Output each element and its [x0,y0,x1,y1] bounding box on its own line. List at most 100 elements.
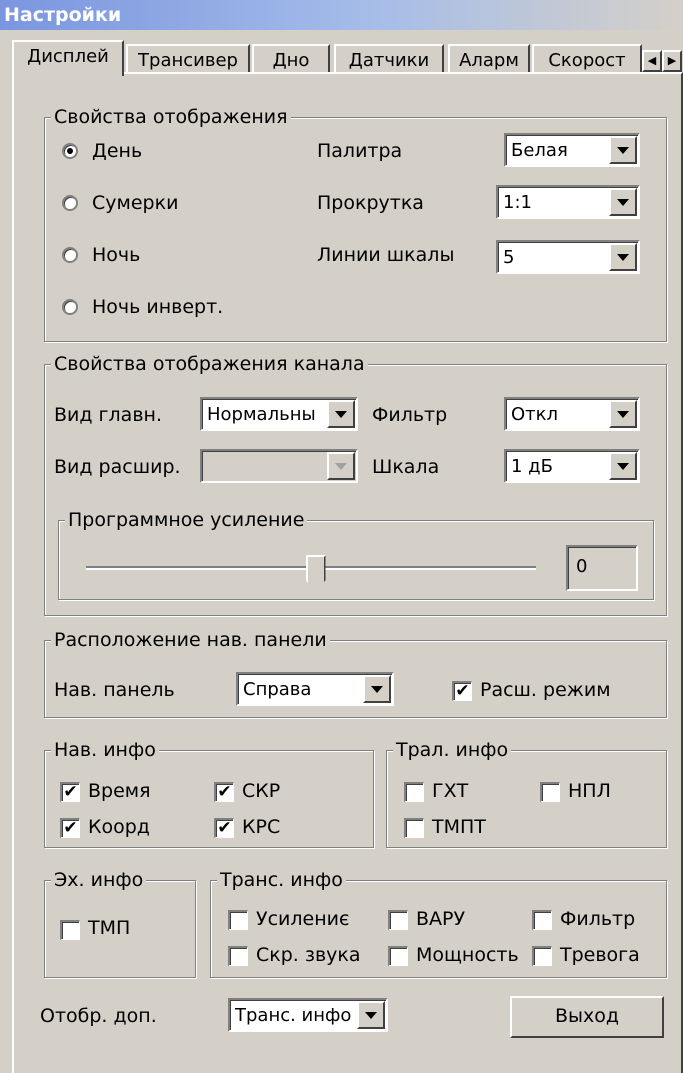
filter-select[interactable]: Откл [504,397,640,431]
chevron-down-icon[interactable] [363,675,391,703]
trawl-tmpt-checkbox[interactable] [404,818,424,838]
scale-lines-value: 5 [503,247,515,268]
group-trawl-info-legend: Трал. инфо [393,738,512,762]
check-icon: ✔ [217,818,232,838]
extra-display-select[interactable]: Транс. инфо [228,998,388,1032]
group-echo-info-legend: Эх. инфо [51,868,147,892]
scale-lines-select[interactable]: 5 [496,240,640,274]
trans-power-checkbox[interactable] [388,946,408,966]
group-gain: Программное усиление [58,508,654,600]
gain-value-box: 0 [566,545,638,591]
group-nav-info-legend: Нав. инфо [51,738,159,762]
radio-dusk-label: Сумерки [92,192,179,214]
extra-display-value: Транс. инфо [235,1005,352,1026]
nav-skr-checkbox[interactable]: ✔ [214,782,234,802]
trans-power-label: Мощность [416,944,519,966]
nav-time-checkbox[interactable]: ✔ [60,782,80,802]
ext-mode-checkbox[interactable]: ✔ [452,681,472,701]
chevron-down-icon[interactable] [609,400,637,428]
nav-panel-value: Справа [243,679,312,700]
main-view-value: Нормальны [207,404,316,425]
window-title: Настройки [0,0,683,30]
radio-day[interactable] [62,143,78,159]
tab-scroll-left-icon[interactable]: ◀ [642,50,662,72]
tab-transceiver[interactable]: Трансивер [126,44,250,74]
nav-panel-select[interactable]: Справа [236,672,394,706]
trawl-tmpt-label: ТМПТ [432,816,486,838]
palette-value: Белая [511,140,568,161]
chevron-down-icon[interactable] [327,452,355,480]
nav-coord-label: Коорд [88,816,150,838]
scroll-value: 1:1 [503,192,532,213]
trans-gain-checkbox[interactable] [228,910,248,930]
ext-view-label: Вид расшир. [54,456,181,478]
main-view-label: Вид главн. [54,404,162,426]
trans-varu-checkbox[interactable] [388,910,408,930]
trans-filter-label: Фильтр [560,908,636,930]
chevron-down-icon[interactable] [609,136,637,164]
trawl-ght-label: ГХТ [432,780,469,802]
chevron-down-icon[interactable] [609,452,637,480]
filter-label: Фильтр [372,404,448,426]
group-nav-panel-legend: Расположение нав. панели [51,628,330,652]
radio-day-label: День [92,140,143,162]
nav-coord-checkbox[interactable]: ✔ [60,818,80,838]
group-display-props-legend: Свойства отображения [51,105,291,129]
echo-tmp-checkbox[interactable] [60,920,80,940]
trawl-npl-label: НПЛ [568,780,611,802]
radio-night-invert[interactable] [62,299,78,315]
radio-dusk[interactable] [62,195,78,211]
trans-alarm-label: Тревога [560,944,640,966]
nav-skr-label: СКР [242,780,281,802]
tab-scroll-right-icon[interactable]: ▶ [662,50,682,72]
chevron-down-icon[interactable] [609,243,637,271]
scale-select[interactable]: 1 дБ [504,449,640,483]
filter-value: Откл [511,404,559,425]
radio-night[interactable] [62,247,78,263]
radio-night-invert-label: Ночь инверт. [92,296,224,318]
check-icon: ✔ [217,782,232,802]
palette-label: Палитра [317,140,403,162]
main-view-select[interactable]: Нормальны [200,397,358,431]
tab-sensors[interactable]: Датчики [334,44,444,74]
group-trawl-info: Трал. инфо [386,738,667,848]
trans-alarm-checkbox[interactable] [532,946,552,966]
nav-krs-label: КРС [242,816,281,838]
group-trans-info-legend: Транс. инфо [217,868,346,892]
extra-display-label: Отобр. доп. [40,1005,157,1027]
group-gain-legend: Программное усиление [65,508,308,532]
tab-alarm[interactable]: Аларм [448,44,530,74]
tab-display[interactable]: Дисплей [12,40,124,76]
scale-lines-label: Линии шкалы [317,244,455,266]
trans-gain-label: Усилениє [256,908,350,930]
nav-panel-label: Нав. панель [54,679,175,701]
trawl-npl-checkbox[interactable] [540,782,560,802]
trans-sound-speed-label: Скр. звука [256,944,361,966]
chevron-down-icon[interactable] [357,1001,385,1029]
radio-night-label: Ночь [92,244,141,266]
trawl-ght-checkbox[interactable] [404,782,424,802]
nav-krs-checkbox[interactable]: ✔ [214,818,234,838]
echo-tmp-label: ТМП [88,917,131,939]
ext-mode-label: Расш. режим [480,679,611,701]
check-icon: ✔ [455,681,470,701]
chevron-down-icon[interactable] [609,188,637,216]
scroll-label: Прокрутка [317,192,424,214]
exit-button[interactable]: Выход [510,996,664,1038]
tab-strip: Дисплей Трансивер Дно Датчики Аларм Скор… [0,30,683,76]
check-icon: ✔ [63,782,78,802]
scale-value: 1 дБ [511,456,553,477]
ext-view-select[interactable] [200,449,358,483]
palette-select[interactable]: Белая [504,133,640,167]
tab-speed[interactable]: Скорост [532,44,642,74]
tab-bottom[interactable]: Дно [252,44,330,74]
scale-label: Шкала [372,456,440,478]
trans-filter-checkbox[interactable] [532,910,552,930]
nav-time-label: Время [88,780,151,802]
group-channel-props-legend: Свойства отображения канала [51,352,368,376]
check-icon: ✔ [63,818,78,838]
chevron-down-icon[interactable] [327,400,355,428]
trans-sound-speed-checkbox[interactable] [228,946,248,966]
scroll-select[interactable]: 1:1 [496,185,640,219]
trans-varu-label: ВАРУ [416,908,466,930]
